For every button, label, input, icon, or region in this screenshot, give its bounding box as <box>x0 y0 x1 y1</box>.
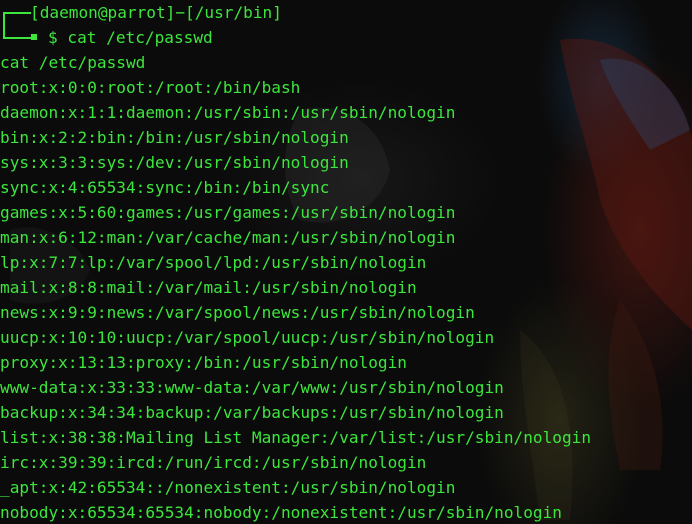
output-line: games:x:5:60:games:/usr/games:/usr/sbin/… <box>0 203 456 222</box>
output-line: irc:x:39:39:ircd:/run/ircd:/usr/sbin/nol… <box>0 453 427 472</box>
output-line: man:x:6:12:man:/var/cache/man:/usr/sbin/… <box>0 228 456 247</box>
terminal-output: cat /etc/passwd root:x:0:0:root:/root:/b… <box>0 50 591 524</box>
prompt-frame-bottom <box>3 25 31 39</box>
output-line: nobody:x:65534:65534:nobody:/nonexistent… <box>0 503 562 522</box>
output-line: cat /etc/passwd <box>0 53 146 72</box>
output-line: sys:x:3:3:sys:/dev:/usr/sbin/nologin <box>0 153 349 172</box>
output-line: list:x:38:38:Mailing List Manager:/var/l… <box>0 428 592 447</box>
output-line: backup:x:34:34:backup:/var/backups:/usr/… <box>0 403 504 422</box>
prompt-symbol: $ <box>48 28 58 47</box>
output-line: root:x:0:0:root:/root:/bin/bash <box>0 78 301 97</box>
output-line: proxy:x:13:13:proxy:/bin:/usr/sbin/nolog… <box>0 353 407 372</box>
prompt-marker <box>31 34 37 40</box>
prompt-command-line[interactable]: $ cat /etc/passwd <box>48 25 213 50</box>
output-line: lp:x:7:7:lp:/var/spool/lpd:/usr/sbin/nol… <box>0 253 427 272</box>
output-line: _apt:x:42:65534::/nonexistent:/usr/sbin/… <box>0 478 456 497</box>
output-line: news:x:9:9:news:/var/spool/news:/usr/sbi… <box>0 303 475 322</box>
output-line: daemon:x:1:1:daemon:/usr/sbin:/usr/sbin/… <box>0 103 456 122</box>
output-line: bin:x:2:2:bin:/bin:/usr/sbin/nologin <box>0 128 349 147</box>
output-line: uucp:x:10:10:uucp:/var/spool/uucp:/usr/s… <box>0 328 495 347</box>
prompt-command: cat /etc/passwd <box>67 28 213 47</box>
output-line: mail:x:8:8:mail:/var/mail:/usr/sbin/nolo… <box>0 278 417 297</box>
prompt-user-host-dir: [daemon@parrot]−[/usr/bin] <box>30 3 282 22</box>
terminal-window[interactable]: [daemon@parrot]−[/usr/bin] $ cat /etc/pa… <box>0 0 692 524</box>
output-line: sync:x:4:65534:sync:/bin:/bin/sync <box>0 178 330 197</box>
output-line: www-data:x:33:33:www-data:/var/www:/usr/… <box>0 378 504 397</box>
